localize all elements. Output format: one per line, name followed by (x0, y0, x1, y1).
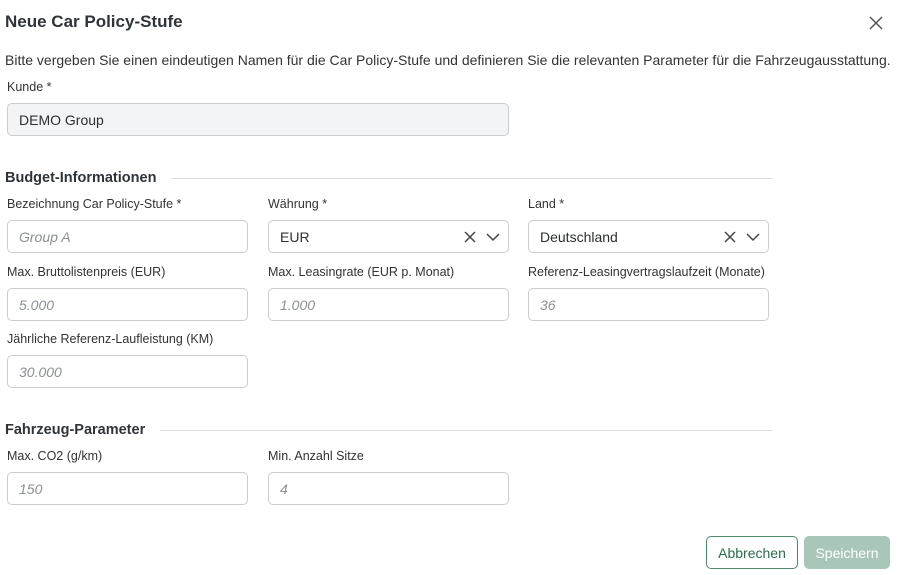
clear-icon[interactable] (724, 230, 736, 243)
name-label: Bezeichnung Car Policy-Stufe * (7, 197, 182, 211)
budget-divider (172, 178, 772, 179)
term-label: Referenz-Leasingvertragslaufzeit (Monate… (528, 265, 765, 279)
max-rate-input[interactable]: 1.000 (268, 288, 509, 321)
dialog-intro: Bitte vergeben Sie einen eindeutigen Nam… (5, 52, 891, 68)
customer-field: DEMO Group (7, 103, 509, 136)
clear-icon[interactable] (464, 230, 476, 243)
co2-input[interactable]: 150 (7, 472, 248, 505)
max-rate-label: Max. Leasingrate (EUR p. Monat) (268, 265, 455, 279)
max-price-label: Max. Bruttolistenpreis (EUR) (7, 265, 166, 279)
currency-select[interactable]: EUR (268, 220, 509, 253)
seats-input[interactable]: 4 (268, 472, 509, 505)
chevron-down-icon[interactable] (746, 232, 760, 242)
country-value: Deutschland (540, 228, 618, 245)
customer-label: Kunde * (7, 80, 52, 94)
currency-label: Währung * (268, 197, 328, 211)
vehicle-heading: Fahrzeug-Parameter (5, 422, 146, 438)
name-input[interactable]: Group A (7, 220, 248, 253)
max-price-input[interactable]: 5.000 (7, 288, 248, 321)
currency-value: EUR (280, 228, 310, 245)
close-icon (869, 16, 883, 30)
seats-label: Min. Anzahl Sitze (268, 449, 364, 463)
country-label: Land * (528, 197, 565, 211)
mileage-label: Jährliche Referenz-Laufleistung (KM) (7, 332, 214, 346)
term-input[interactable]: 36 (528, 288, 769, 321)
budget-heading: Budget-Informationen (5, 170, 157, 186)
close-button[interactable] (866, 13, 886, 33)
co2-label: Max. CO2 (g/km) (7, 449, 103, 463)
save-button[interactable]: Speichern (804, 536, 890, 569)
cancel-button[interactable]: Abbrechen (706, 536, 798, 569)
vehicle-divider (160, 430, 772, 431)
country-select[interactable]: Deutschland (528, 220, 769, 253)
dialog-title: Neue Car Policy-Stufe (5, 12, 183, 31)
mileage-input[interactable]: 30.000 (7, 355, 248, 388)
chevron-down-icon[interactable] (486, 232, 500, 242)
